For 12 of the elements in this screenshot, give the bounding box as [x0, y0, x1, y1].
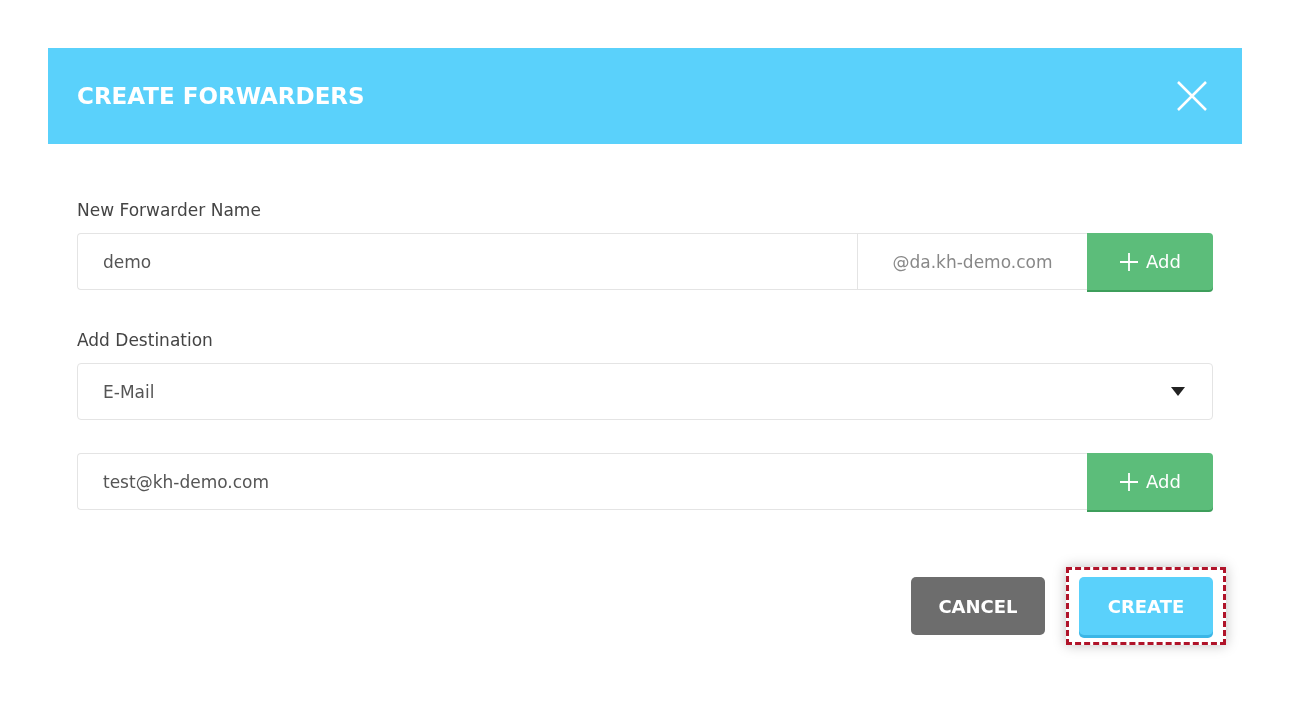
domain-suffix: @da.kh-demo.com: [857, 233, 1087, 290]
caret-icon: [1171, 387, 1185, 396]
close-icon[interactable]: [1176, 80, 1208, 112]
field-label: Add Destination: [77, 330, 214, 350]
field-label: New Forwarder Name: [77, 200, 262, 220]
destination-email-field[interactable]: test@kh-demo.com: [77, 453, 1087, 510]
plus-icon: [1119, 471, 1140, 492]
dialog-button[interactable]: CANCEL: [911, 577, 1045, 635]
forwarder-name-field[interactable]: demo: [77, 233, 857, 290]
dialog-title: CREATE FORWARDERS: [77, 83, 365, 109]
plus-icon: [1119, 251, 1140, 272]
destination-type-select[interactable]: E-Mail: [77, 363, 1213, 420]
